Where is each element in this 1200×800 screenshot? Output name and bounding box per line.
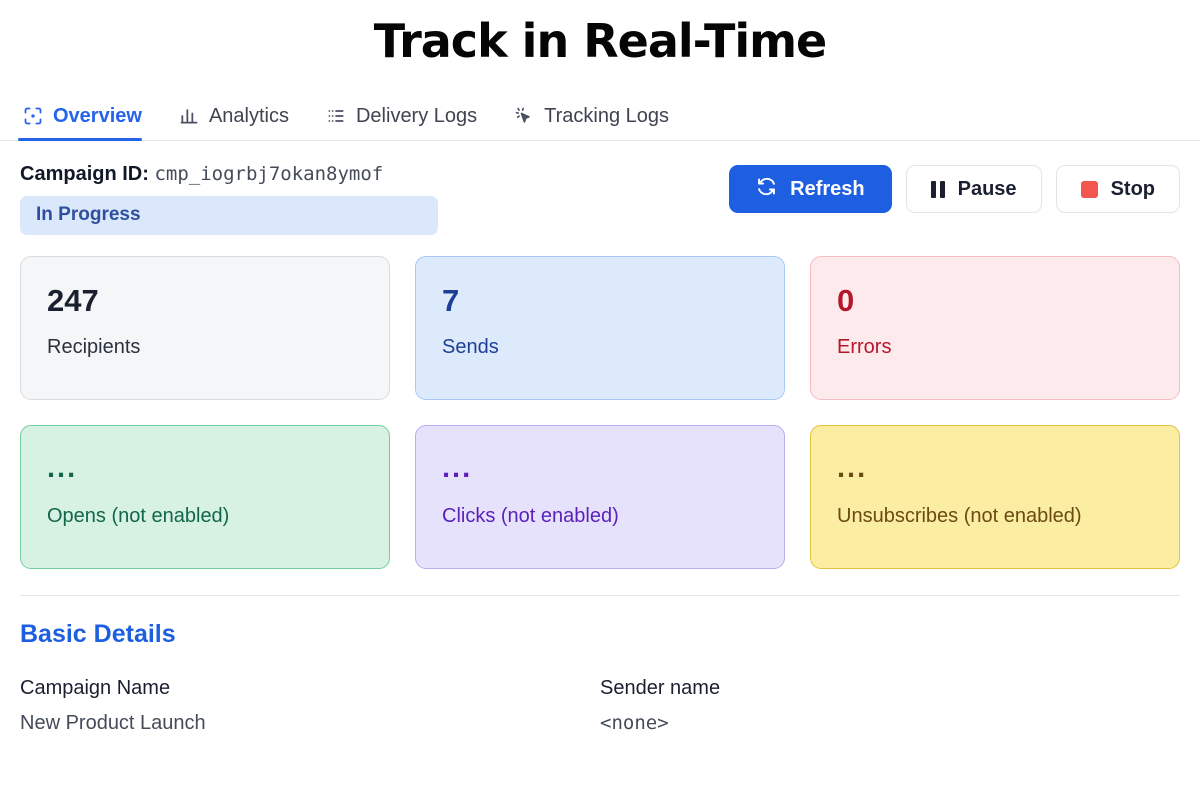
- stop-icon: [1080, 180, 1098, 198]
- detail-key: Sender name: [600, 677, 721, 700]
- tab-overview-label: Overview: [53, 104, 142, 127]
- detail-value: New Product Launch: [20, 712, 206, 735]
- cursor-click-icon: [513, 105, 535, 127]
- tab-tracking-logs-label: Tracking Logs: [544, 104, 670, 127]
- tab-analytics[interactable]: Analytics: [164, 89, 311, 140]
- stat-value: 0: [837, 283, 855, 319]
- stat-label: Clicks (not enabled): [442, 505, 619, 528]
- stat-label: Unsubscribes (not enabled): [837, 505, 1082, 528]
- detail-key: Campaign Name: [20, 677, 171, 700]
- tab-overview[interactable]: Overview: [18, 89, 164, 142]
- pause-button-label: Pause: [957, 177, 1017, 200]
- list-icon: [325, 105, 347, 127]
- status-badge: In Progress: [20, 196, 438, 236]
- page-title: Track in Real-Time: [373, 14, 828, 68]
- stat-value: 7: [442, 283, 460, 319]
- stat-card-recipients: 247 Recipients: [20, 256, 390, 401]
- refresh-button[interactable]: Refresh: [729, 165, 892, 214]
- stat-card-errors: 0 Errors: [810, 256, 1180, 401]
- pause-button[interactable]: Pause: [905, 165, 1042, 214]
- detail-field-sender-name: Sender name <none>: [600, 677, 1180, 735]
- campaign-id-label: Campaign ID:: [20, 163, 149, 186]
- scan-focus-icon: [22, 105, 44, 127]
- stat-card-unsubscribes: ... Unsubscribes (not enabled): [810, 425, 1180, 570]
- action-buttons: Refresh Pause Stop: [729, 163, 1180, 214]
- stop-button[interactable]: Stop: [1055, 165, 1180, 214]
- stat-value: ...: [837, 452, 868, 485]
- bar-chart-icon: [178, 105, 200, 127]
- pause-icon: [930, 180, 945, 198]
- tab-bar: Overview Analytics Delivery Logs Trackin…: [0, 89, 1200, 142]
- stat-value: ...: [47, 452, 78, 485]
- stat-label: Sends: [442, 336, 499, 359]
- basic-details-title: Basic Details: [20, 620, 176, 649]
- stat-label: Opens (not enabled): [47, 505, 230, 528]
- stat-card-clicks: ... Clicks (not enabled): [415, 425, 785, 570]
- tab-delivery-logs[interactable]: Delivery Logs: [311, 89, 499, 140]
- basic-details-grid: Campaign Name New Product Launch Sender …: [0, 649, 1200, 735]
- stat-card-sends: 7 Sends: [415, 256, 785, 401]
- detail-value: <none>: [600, 712, 669, 735]
- stat-label: Recipients: [47, 336, 141, 359]
- stat-card-opens: ... Opens (not enabled): [20, 425, 390, 570]
- tab-delivery-logs-label: Delivery Logs: [355, 104, 478, 127]
- campaign-info: Campaign ID: cmp_iogrbj7okan8ymof In Pro…: [20, 163, 438, 236]
- stat-label: Errors: [837, 336, 892, 359]
- campaign-id-line: Campaign ID: cmp_iogrbj7okan8ymof: [20, 163, 438, 186]
- refresh-icon: [756, 176, 777, 203]
- tab-tracking-logs[interactable]: Tracking Logs: [499, 89, 691, 140]
- tab-analytics-label: Analytics: [208, 104, 289, 127]
- refresh-button-label: Refresh: [790, 177, 865, 200]
- app-root: Track in Real-Time Overview Analytics De…: [0, 0, 1200, 800]
- campaign-header: Campaign ID: cmp_iogrbj7okan8ymof In Pro…: [0, 141, 1200, 236]
- stat-card-grid: 247 Recipients 7 Sends 0 Errors ... Open…: [0, 235, 1200, 570]
- campaign-id-value: cmp_iogrbj7okan8ymof: [154, 163, 384, 186]
- detail-field-campaign-name: Campaign Name New Product Launch: [20, 677, 600, 735]
- stat-value: ...: [442, 452, 473, 485]
- stop-button-label: Stop: [1110, 177, 1155, 200]
- stat-value: 247: [47, 283, 99, 319]
